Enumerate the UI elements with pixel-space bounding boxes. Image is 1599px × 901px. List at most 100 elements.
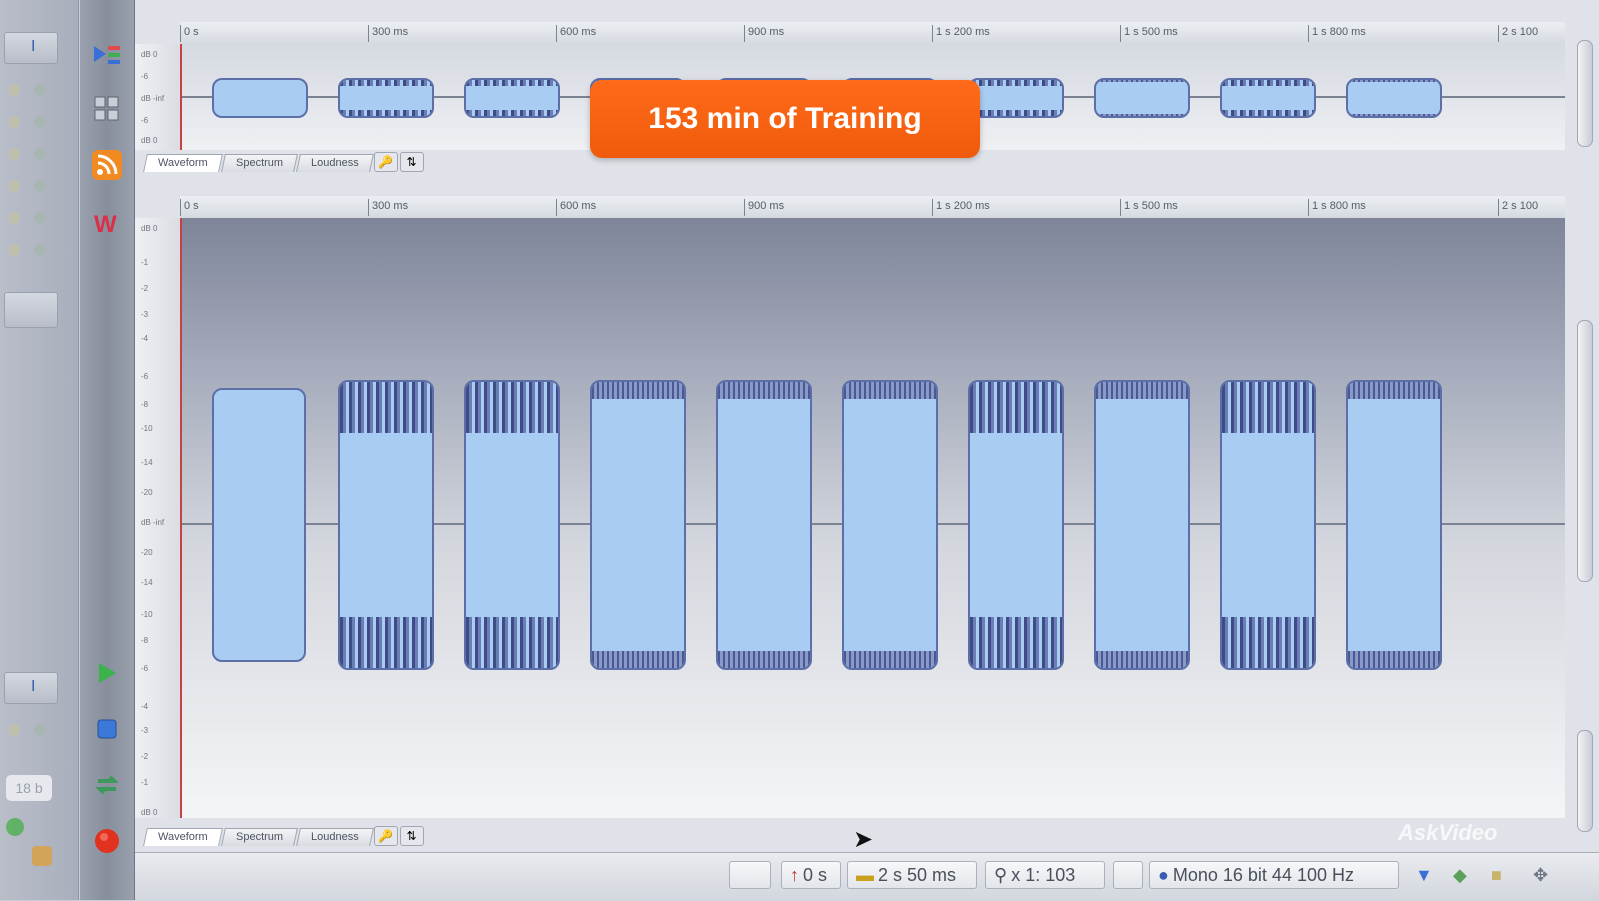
y-label: -3	[141, 310, 149, 319]
y-label: dB 0	[141, 224, 158, 233]
waveform-block	[464, 380, 560, 670]
y-label: -6	[141, 116, 149, 125]
waveform-block	[1094, 380, 1190, 670]
ruler-label: 300 ms	[368, 25, 408, 42]
ruler-label: 900 ms	[744, 199, 784, 216]
start-marker-icon: ↑	[790, 864, 799, 885]
left-panel-row	[8, 724, 64, 738]
start-time-field[interactable]: ↑ 0 s	[781, 861, 841, 889]
overview-view-tabs: Waveform Spectrum Loudness 🔑 ⇅	[143, 150, 424, 172]
training-banner[interactable]: 153 min of Training	[590, 80, 980, 158]
loop-icon[interactable]	[90, 768, 124, 802]
left-panel-row	[8, 212, 64, 226]
ruler-label: 1 s 200 ms	[932, 25, 990, 42]
grid-icon[interactable]	[90, 92, 124, 126]
waveform-block	[968, 78, 1064, 118]
main-y-axis: dB 0 -1 -2 -3 -4 -6 -8 -10 -14 -20 dB -i…	[135, 218, 180, 818]
marker-icon: I	[31, 678, 36, 695]
waveform-block	[212, 388, 306, 662]
left-panel-header-2[interactable]: I	[4, 672, 58, 704]
stop-icon[interactable]	[90, 712, 124, 746]
zoom-icon: ⚲	[994, 864, 1008, 885]
waveform-block	[968, 380, 1064, 670]
marker-icon: I	[31, 38, 36, 55]
overview-scrollbar[interactable]	[1577, 40, 1593, 147]
left-panel-value[interactable]: 18 b	[6, 775, 52, 801]
left-panel-row	[8, 84, 64, 98]
main-waveform[interactable]	[182, 218, 1565, 818]
ruler-label: 2 s 100	[1498, 199, 1538, 216]
swap-icon[interactable]: ⇅	[399, 152, 424, 172]
ruler-label: 1 s 500 ms	[1120, 25, 1178, 42]
length-field[interactable]: ▬ 2 s 50 ms	[847, 861, 977, 889]
y-label: -8	[141, 400, 149, 409]
status-divider-field[interactable]	[1113, 861, 1143, 889]
lock-icon[interactable]: ■	[1491, 865, 1502, 886]
waveform-block	[1346, 380, 1442, 670]
main-scrollbar-upper[interactable]	[1577, 320, 1593, 582]
y-label: -10	[141, 610, 153, 619]
waveform-block	[716, 380, 812, 670]
plugin-icon[interactable]	[32, 846, 52, 866]
y-label: -4	[141, 702, 149, 711]
record-icon[interactable]	[90, 824, 124, 858]
y-label: dB -inf	[141, 518, 165, 527]
svg-text:W: W	[94, 211, 117, 236]
left-panel-header[interactable]: I	[4, 32, 58, 64]
waveform-block	[1220, 78, 1316, 118]
ruler-label: 300 ms	[368, 199, 408, 216]
vertical-toolbar: W	[80, 0, 135, 900]
mouse-cursor-icon: ➤	[853, 826, 874, 853]
waveform-block	[1094, 78, 1190, 118]
resize-icon[interactable]: ✥	[1533, 865, 1548, 886]
waveform-block	[338, 380, 434, 670]
main-scrollbar-lower[interactable]	[1577, 730, 1593, 832]
effects-icon[interactable]	[90, 38, 124, 72]
y-label: -6	[141, 72, 149, 81]
left-panel: I I 18 b	[0, 0, 79, 900]
overview-time-ruler[interactable]: 0 s 300 ms 600 ms 900 ms 1 s 200 ms 1 s …	[180, 22, 1565, 45]
ruler-label: 900 ms	[744, 25, 784, 42]
main-waveform-pane: 0 s 300 ms 600 ms 900 ms 1 s 200 ms 1 s …	[135, 176, 1565, 852]
y-label: -4	[141, 334, 149, 343]
y-label: -6	[141, 664, 149, 673]
y-label: dB 0	[141, 808, 158, 817]
y-label: -6	[141, 372, 149, 381]
y-label: dB 0	[141, 50, 158, 59]
swap-icon[interactable]: ⇅	[399, 826, 424, 846]
tab-waveform[interactable]: Waveform	[143, 154, 223, 172]
key-icon[interactable]: 🔑	[373, 152, 398, 172]
plugin-status-icon[interactable]: ◆	[1453, 865, 1467, 886]
waveform-block	[590, 380, 686, 670]
tab-spectrum[interactable]: Spectrum	[220, 828, 298, 846]
left-panel-field[interactable]	[4, 292, 58, 328]
ruler-label: 600 ms	[556, 25, 596, 42]
tab-loudness[interactable]: Loudness	[295, 154, 374, 172]
watermark: AskVideo	[1398, 820, 1498, 845]
status-empty-field[interactable]	[729, 861, 771, 889]
status-bar: ↑ 0 s ▬ 2 s 50 ms ⚲ x 1: 103 ● Mono 16 bit 4…	[135, 852, 1599, 901]
waveform-block	[1346, 78, 1442, 118]
y-label: -2	[141, 284, 149, 293]
play-icon[interactable]	[90, 656, 124, 690]
waveform-block	[338, 78, 434, 118]
key-icon[interactable]: 🔑	[373, 826, 398, 846]
w-logo-icon[interactable]: W	[90, 206, 124, 240]
waveform-block	[464, 78, 560, 118]
ruler-label: 1 s 200 ms	[932, 199, 990, 216]
main-time-ruler[interactable]: 0 s 300 ms 600 ms 900 ms 1 s 200 ms 1 s …	[180, 196, 1565, 219]
tab-spectrum[interactable]: Spectrum	[220, 154, 298, 172]
y-label: -2	[141, 752, 149, 761]
main-view-tabs: Waveform Spectrum Loudness 🔑 ⇅	[143, 824, 424, 846]
tab-loudness[interactable]: Loudness	[295, 828, 374, 846]
rss-icon[interactable]	[90, 148, 124, 182]
tab-waveform[interactable]: Waveform	[143, 828, 223, 846]
zoom-field[interactable]: ⚲ x 1: 103	[985, 861, 1105, 889]
y-label: -14	[141, 578, 153, 587]
left-panel-row	[8, 116, 64, 130]
waveform-block	[1220, 380, 1316, 670]
y-label: dB 0	[141, 136, 158, 145]
filter-icon[interactable]: ▼	[1415, 865, 1433, 886]
audio-format-field[interactable]: ● Mono 16 bit 44 100 Hz	[1149, 861, 1399, 889]
ruler-label: 1 s 800 ms	[1308, 199, 1366, 216]
